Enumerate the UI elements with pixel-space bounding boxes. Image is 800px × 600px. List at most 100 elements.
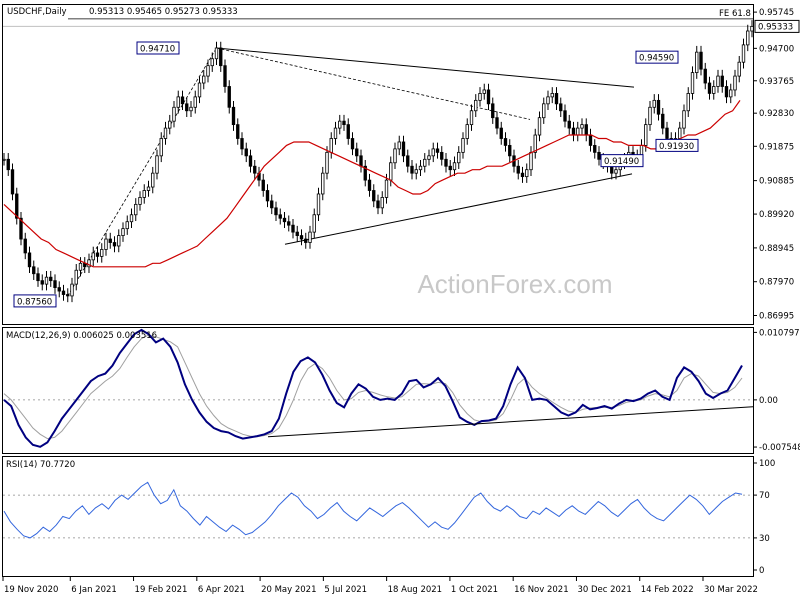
candle-body — [580, 124, 584, 129]
candle-body — [36, 273, 40, 282]
candle-body — [278, 214, 282, 219]
candle-body — [644, 124, 648, 146]
candle-body — [559, 103, 563, 112]
candle-body — [346, 124, 350, 139]
candle-body — [567, 120, 571, 129]
fe-label: FE 61.8 — [719, 9, 751, 19]
current-price-label: 0.95333 — [758, 22, 793, 32]
candle-body — [57, 287, 61, 292]
candle-body — [342, 120, 346, 126]
price-tick-label: 0.87970 — [759, 278, 794, 288]
candle-body — [295, 231, 299, 236]
candle-body — [435, 148, 440, 153]
candle-body — [355, 148, 359, 157]
candle-body — [733, 75, 737, 91]
candle-body — [66, 294, 70, 297]
candle-body — [478, 93, 482, 101]
candle-body — [686, 93, 690, 112]
candle-body — [265, 190, 270, 202]
candle-body — [350, 138, 355, 150]
candle-body — [525, 169, 529, 178]
candle-body — [720, 75, 724, 87]
candle-body — [291, 224, 295, 233]
candle-body — [180, 96, 185, 105]
date-tick-label: 18 Aug 2021 — [388, 585, 442, 595]
price-tick-label: 0.92830 — [759, 109, 794, 119]
candle-body — [210, 58, 214, 67]
candle-body — [367, 179, 372, 191]
price-tick-label: 0.88945 — [759, 244, 794, 254]
annotation-label: 0.91490 — [604, 157, 639, 167]
candle-body — [448, 165, 452, 171]
candle-body — [146, 186, 151, 191]
candle-body — [652, 99, 656, 108]
candle-body — [248, 155, 253, 167]
candle-body — [537, 117, 542, 136]
candle-body — [44, 276, 49, 285]
candle-body — [142, 190, 146, 198]
candle-body — [690, 72, 695, 94]
candle-body — [384, 179, 389, 198]
candle-body — [593, 145, 597, 153]
candle-body — [202, 75, 206, 84]
date-tick-label: 6 Jan 2021 — [71, 585, 117, 595]
candle-body — [159, 138, 163, 157]
candle-body — [576, 127, 580, 136]
candle-body — [588, 134, 593, 146]
candle-body — [678, 127, 682, 139]
candle-body — [563, 110, 567, 122]
rsi-tick-label: 70 — [759, 491, 770, 501]
date-axis: 19 Nov 2020 6 Jan 2021 19 Feb 2021 6 Apr 20… — [2, 577, 758, 595]
candle-body — [112, 242, 117, 247]
candle-body — [316, 193, 321, 216]
chart-symbol: USDCHF,Daily — [7, 7, 67, 17]
candle-body — [707, 82, 712, 94]
candle-body — [431, 148, 435, 157]
candle-body — [699, 51, 703, 70]
candle-body — [423, 158, 427, 167]
date-tick-label: 16 Nov 2021 — [514, 585, 568, 595]
candle-body — [100, 249, 104, 257]
candle-body — [554, 93, 559, 105]
candle-body — [219, 47, 223, 67]
annotation-label: 0.94590 — [639, 54, 674, 64]
rsi-tick-label: 100 — [759, 459, 775, 469]
candle-body — [482, 89, 486, 94]
candle-body — [253, 165, 257, 174]
candle-body — [491, 103, 495, 119]
candle-body — [486, 89, 491, 105]
date-tick-label: 14 Feb 2022 — [641, 585, 694, 595]
candle-body — [27, 252, 32, 268]
candle-body — [461, 138, 465, 153]
candle-body — [703, 68, 707, 84]
candle-body — [125, 221, 129, 230]
candle-body — [410, 165, 414, 174]
candle-body — [418, 165, 423, 171]
candle-body — [440, 151, 444, 160]
candle-body — [520, 172, 525, 178]
candle-body — [189, 106, 193, 112]
candle-body — [452, 162, 457, 171]
candle-body — [499, 127, 503, 139]
candle-body — [282, 217, 287, 223]
rsi-tick-label: 30 — [759, 534, 770, 544]
rsi-tick-label: 0 — [759, 566, 764, 576]
price-axis: 0.95745 0.94700 0.93765 0.92830 0.91875 0.908… — [753, 8, 800, 322]
candle-body — [108, 238, 112, 243]
candle-body — [6, 158, 10, 171]
candle-body — [741, 44, 746, 63]
candle-body — [227, 86, 231, 108]
candle-body — [270, 200, 274, 209]
candle-body — [682, 110, 686, 129]
candle-body — [550, 93, 554, 98]
candle-body — [214, 47, 219, 60]
watermark: ActionForex.com — [417, 269, 612, 299]
candle-body — [372, 190, 376, 202]
date-tick-label: 19 Feb 2021 — [135, 585, 188, 595]
candle-body — [427, 155, 431, 160]
candle-body — [23, 238, 27, 254]
candle-body — [74, 269, 78, 285]
candle-body — [716, 75, 720, 87]
candle-body — [406, 155, 410, 167]
candle-body — [197, 82, 202, 98]
